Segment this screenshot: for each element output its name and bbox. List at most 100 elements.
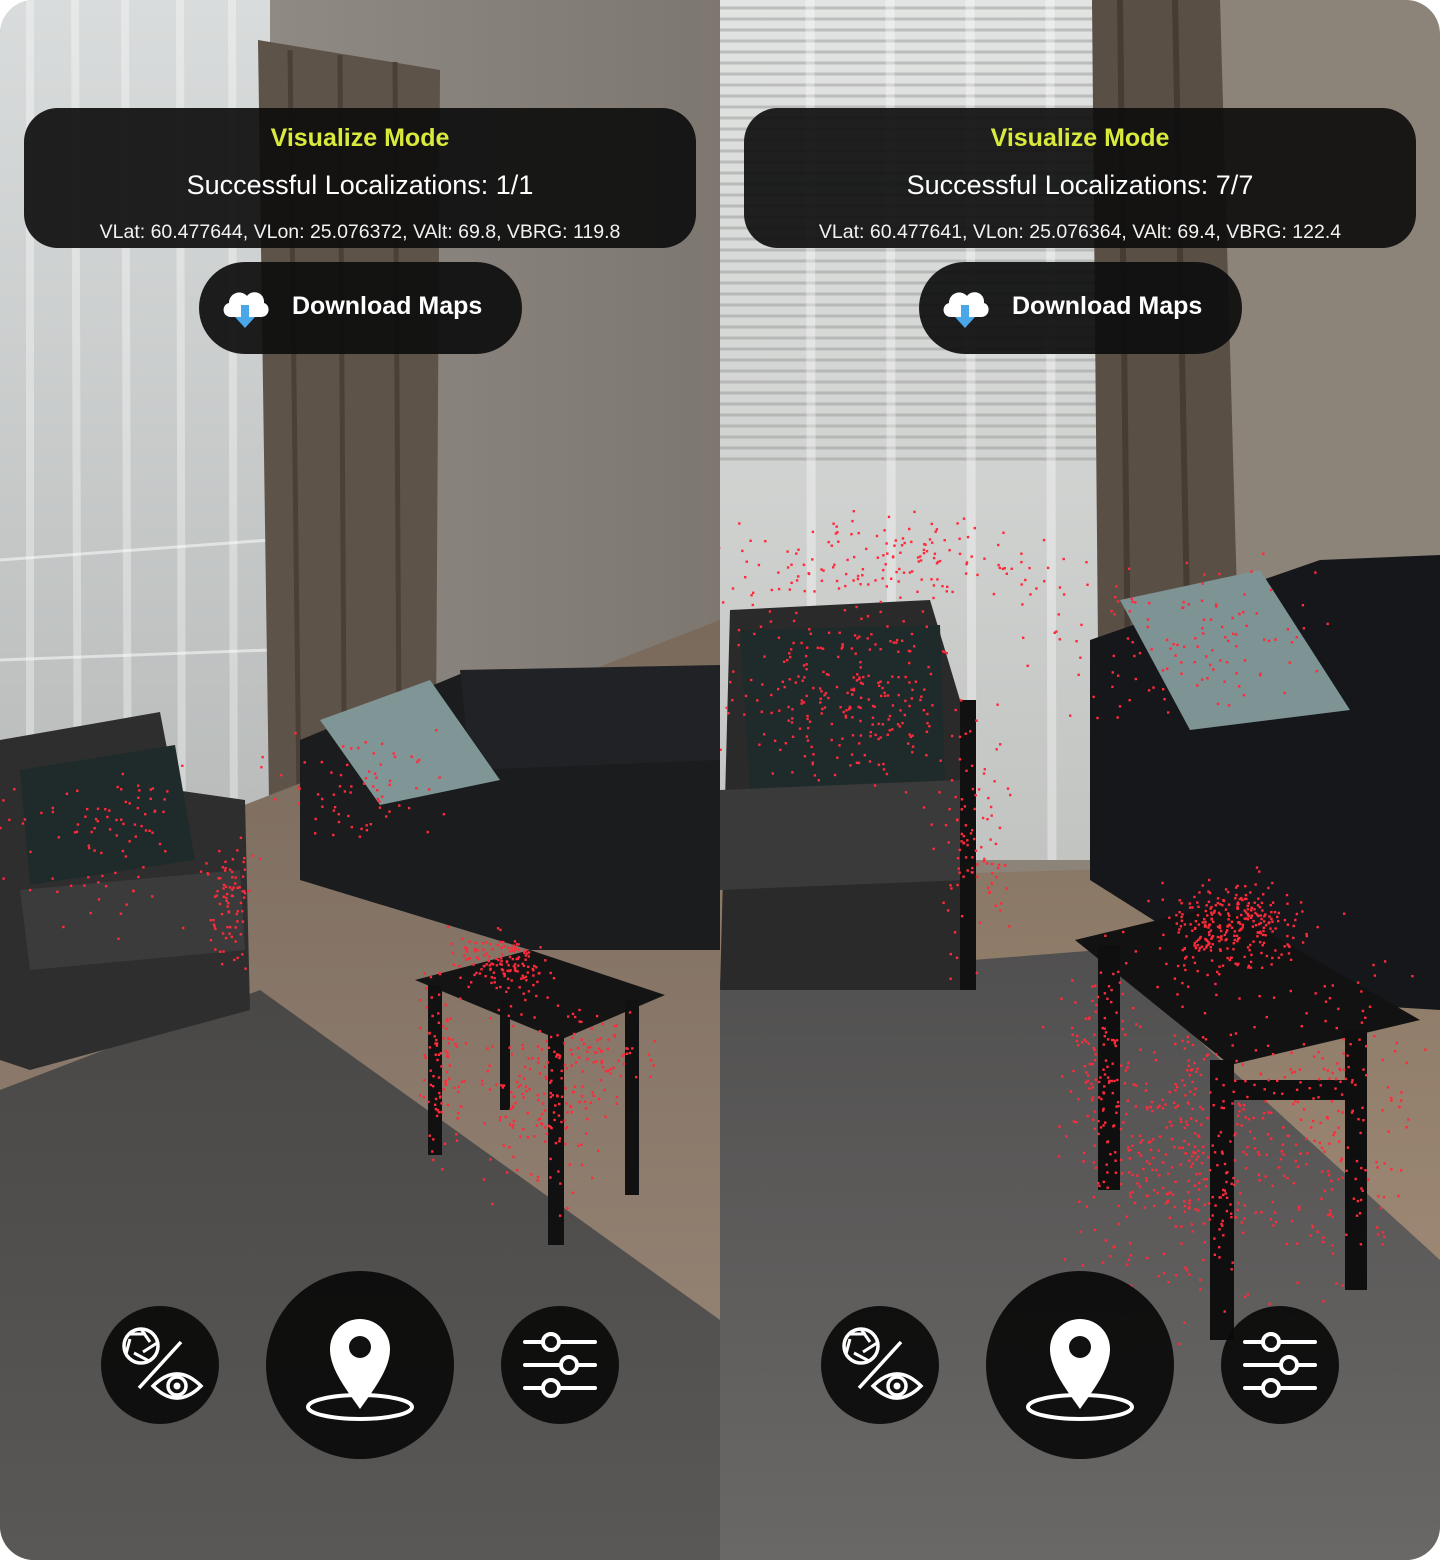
point-cloud-dot — [1226, 956, 1229, 960]
point-cloud-dot — [558, 1140, 561, 1143]
point-cloud-dot — [1328, 997, 1332, 1000]
point-cloud-dot — [1264, 1175, 1267, 1178]
point-cloud-dot — [760, 710, 763, 713]
camera-visualize-toggle-button[interactable] — [101, 1306, 219, 1424]
point-cloud-dot — [332, 793, 336, 796]
point-cloud-dot — [378, 806, 382, 809]
point-cloud-dot — [1387, 1130, 1390, 1133]
point-cloud-dot — [962, 842, 965, 845]
point-cloud-dot — [1197, 905, 1200, 908]
point-cloud-dot — [1340, 1157, 1343, 1160]
point-cloud-dot — [1170, 1137, 1174, 1141]
point-cloud-dot — [849, 706, 852, 710]
point-cloud-dot — [1055, 630, 1058, 633]
point-cloud-dot — [1290, 1051, 1293, 1055]
settings-button[interactable] — [501, 1306, 619, 1424]
camera-visualize-toggle-button[interactable] — [821, 1306, 939, 1424]
point-cloud-dot — [1320, 1197, 1323, 1200]
point-cloud-dot — [1250, 570, 1253, 573]
point-cloud-dot — [445, 1027, 448, 1030]
point-cloud-dot — [886, 733, 889, 736]
point-cloud-dot — [908, 527, 911, 531]
download-maps-button[interactable]: Download Maps — [199, 262, 522, 354]
point-cloud-dot — [1400, 1099, 1403, 1102]
point-cloud-dot — [1242, 610, 1245, 614]
point-cloud-dot — [206, 872, 209, 875]
point-cloud-dot — [1165, 962, 1168, 966]
point-cloud-dot — [1315, 670, 1319, 673]
point-cloud-dot — [942, 650, 945, 653]
point-cloud-dot — [578, 1020, 581, 1023]
point-cloud-dot — [1180, 1225, 1183, 1228]
point-cloud-dot — [539, 946, 542, 949]
point-cloud-dot — [51, 806, 54, 810]
point-cloud-dot — [1194, 920, 1198, 923]
point-cloud-dot — [56, 890, 59, 893]
point-cloud-dot — [1197, 1149, 1200, 1152]
point-cloud-dot — [1217, 1134, 1220, 1138]
point-cloud-dot — [1208, 1169, 1212, 1172]
point-cloud-dot — [487, 960, 490, 963]
point-cloud-dot — [874, 643, 877, 646]
point-cloud-dot — [446, 925, 450, 928]
point-cloud-dot — [1366, 1178, 1370, 1181]
download-maps-button[interactable]: Download Maps — [919, 262, 1242, 354]
point-cloud-dot — [1204, 1038, 1208, 1041]
point-cloud-dot — [1220, 935, 1223, 938]
point-cloud-dot — [525, 1090, 528, 1093]
point-cloud-dot — [805, 694, 808, 698]
point-cloud-dot — [1098, 1096, 1101, 1099]
point-cloud-dot — [508, 955, 512, 959]
point-cloud-dot — [1218, 948, 1222, 951]
point-cloud-dot — [1246, 1095, 1249, 1099]
point-cloud-dot — [1322, 1240, 1325, 1244]
point-cloud-dot — [1271, 1053, 1275, 1056]
point-cloud-dot — [1238, 921, 1241, 924]
point-cloud-dot — [1207, 900, 1211, 903]
point-cloud-dot — [1246, 913, 1250, 917]
point-cloud-dot — [241, 910, 244, 913]
point-cloud-dot — [557, 1114, 561, 1117]
point-cloud-dot — [1099, 1076, 1102, 1079]
point-cloud-dot — [1235, 672, 1238, 675]
point-cloud-dot — [1098, 1080, 1101, 1084]
point-cloud-dot — [1270, 963, 1273, 966]
localize-button[interactable] — [266, 1271, 454, 1459]
point-cloud-dot — [87, 844, 90, 847]
point-cloud-dot — [224, 936, 228, 940]
point-cloud-dot — [884, 694, 887, 698]
point-cloud-dot — [887, 515, 891, 519]
point-cloud-dot — [128, 840, 131, 843]
point-cloud-dot — [1339, 1080, 1342, 1083]
point-cloud-dot — [381, 795, 384, 798]
point-cloud-dot — [850, 533, 853, 536]
point-cloud-dot — [239, 901, 243, 905]
point-cloud-dot — [1232, 948, 1235, 951]
point-cloud-dot — [1215, 605, 1218, 608]
point-cloud-dot — [577, 1144, 580, 1148]
point-cloud-dot — [973, 526, 976, 530]
point-cloud-dot — [1093, 1127, 1096, 1131]
point-cloud-dot — [1178, 928, 1181, 931]
point-cloud-dot — [1320, 1146, 1324, 1150]
point-cloud-dot — [337, 820, 341, 824]
settings-button[interactable] — [1221, 1306, 1339, 1424]
point-cloud-dot — [470, 981, 473, 984]
point-cloud-dot — [1178, 899, 1181, 902]
point-cloud-dot — [971, 829, 974, 832]
point-cloud-dot — [1183, 645, 1186, 648]
point-cloud-dot — [69, 884, 73, 887]
localize-button[interactable] — [986, 1271, 1174, 1459]
point-cloud-dot — [1283, 1174, 1286, 1178]
point-cloud-dot — [1234, 962, 1237, 965]
point-cloud-dot — [592, 1094, 595, 1097]
point-cloud-dot — [1290, 641, 1294, 644]
point-cloud-dot — [1194, 946, 1198, 950]
point-cloud-dot — [435, 1114, 439, 1118]
point-cloud-dot — [1103, 992, 1107, 995]
point-cloud-dot — [1246, 904, 1249, 908]
point-cloud-dot — [1328, 1077, 1331, 1080]
point-cloud-dot — [1096, 716, 1099, 720]
point-cloud-dot — [1326, 1213, 1330, 1217]
point-cloud-dot — [841, 737, 844, 740]
